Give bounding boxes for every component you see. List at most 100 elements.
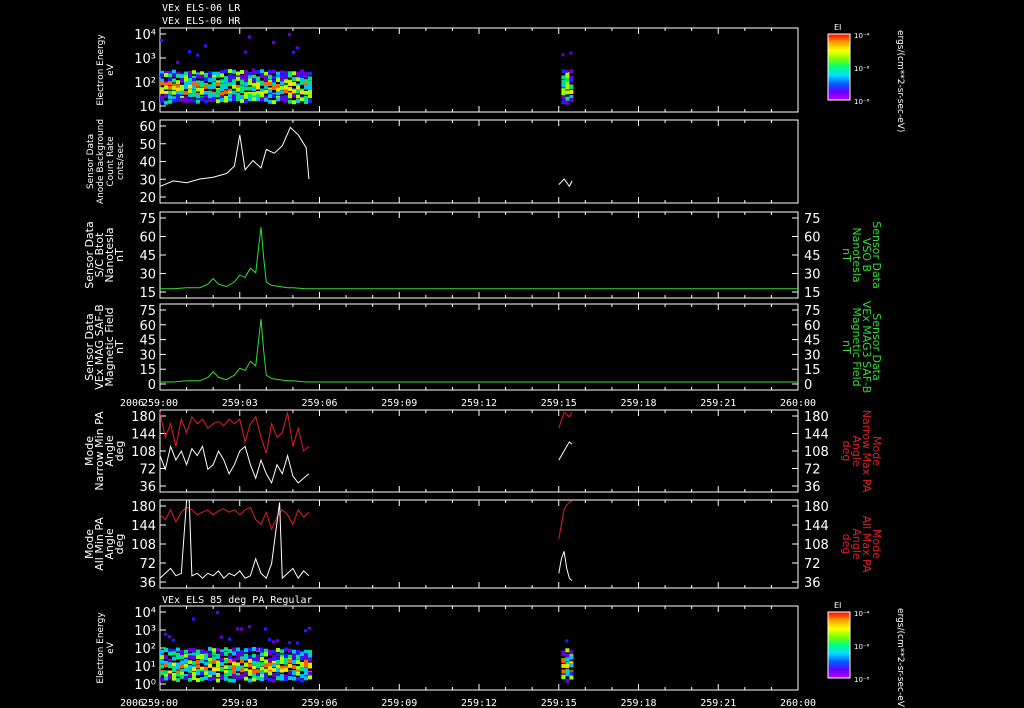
heatmap-cell: [256, 85, 260, 90]
heatmap-cell: [216, 673, 220, 677]
heatmap-cell: [264, 659, 268, 664]
heatmap-cell: [204, 671, 208, 676]
heatmap-cell: [196, 651, 200, 656]
heatmap-cell: [280, 85, 284, 90]
panel-frame: [159, 409, 799, 493]
heatmap-cell: [188, 93, 192, 98]
heatmap-cell: [288, 663, 292, 668]
y-tick-label-right: 108: [804, 445, 829, 460]
heatmap-cell: [212, 656, 216, 661]
heatmap-cell: [256, 76, 260, 81]
colorbar-unit-label: ergs/(cm**2-sr-sec-eV): [895, 608, 905, 708]
heatmap-cell: [192, 70, 196, 75]
heatmap-cell: [160, 677, 164, 682]
heatmap-cell: [280, 656, 284, 661]
heatmap-cell: [196, 74, 200, 79]
heatmap-cell: [296, 71, 300, 76]
heatmap-cell: [204, 656, 208, 661]
heatmap-cell: [188, 665, 192, 670]
heatmap-cell: [200, 97, 204, 101]
x-tick-label: 259:09: [381, 398, 417, 409]
heatmap-cell: [188, 74, 192, 79]
heatmap-cell: [561, 79, 566, 84]
heatmap-cell: [288, 676, 292, 680]
x-axis-year-label: 2006: [120, 698, 144, 708]
heatmap-cell: [164, 85, 168, 90]
heatmap-cell: [224, 676, 228, 681]
title-pa: VEx ELS 85 deg PA Regular: [162, 595, 313, 606]
heatmap-cell: [276, 664, 280, 669]
heatmap-cell: [561, 75, 566, 80]
heatmap-cell: [236, 97, 240, 102]
heatmap-cell: [216, 667, 220, 672]
heatmap-cell: [188, 98, 192, 103]
heatmap-cell: [268, 651, 272, 656]
plot-canvas: VEx ELS-06 LR VEx ELS-06 HR VEx ELS 85 d…: [83, 3, 905, 708]
heatmap-cell: [268, 94, 272, 99]
heatmap-cell: [168, 99, 172, 104]
y-tick-label: 75: [139, 304, 156, 319]
y-axis-label-line: Count Rate: [106, 136, 116, 187]
heatmap-cell: [176, 672, 180, 677]
heatmap-cell: [244, 671, 248, 676]
heatmap-cell: [260, 657, 264, 661]
heatmap-cell: [268, 666, 272, 671]
heatmap-cell: [164, 663, 168, 668]
heatmap-cell: [272, 640, 275, 644]
heatmap-cell: [272, 82, 276, 87]
heatmap-cell: [240, 659, 244, 663]
heatmap-cell: [248, 671, 252, 676]
heatmap-cell: [240, 89, 244, 93]
heatmap-cell: [192, 81, 196, 86]
heatmap-cell: [284, 94, 288, 99]
heatmap-cell: [565, 657, 570, 662]
heatmap-cell: [292, 653, 296, 658]
heatmap-cell: [232, 69, 236, 74]
heatmap-cell: [288, 99, 292, 104]
y-axis-label-right: ModeAll Max PAAngledeg: [840, 516, 883, 573]
y-axis-label: ModeNarrow Min PAAngledeg: [83, 411, 126, 491]
heatmap-cell: [248, 93, 252, 98]
heatmap-cell: [569, 655, 574, 660]
heatmap-cell: [292, 89, 296, 94]
heatmap-cell: [164, 648, 168, 652]
heatmap-cell: [232, 79, 236, 84]
heatmap-cell: [300, 652, 304, 657]
y-axis-label: Electron EnergyeV: [96, 34, 116, 106]
y-tick-label-right: 72: [804, 557, 821, 572]
x-tick-label: 259:09: [381, 698, 417, 708]
heatmap-cell: [196, 82, 200, 87]
heatmap-cell: [216, 93, 220, 98]
heatmap-cell: [565, 74, 570, 79]
heatmap-cell: [256, 664, 260, 669]
x-tick-label: 259:06: [301, 698, 337, 708]
heatmap-cell: [164, 670, 168, 675]
y-tick-label-right: 72: [804, 463, 821, 478]
heatmap-cell: [228, 637, 231, 641]
heatmap-cell: [208, 71, 212, 76]
heatmap-cell: [569, 78, 574, 83]
y-tick-label: 30: [139, 173, 156, 188]
y-axis-label-line: nT: [113, 248, 126, 262]
heatmap-cell: [244, 99, 248, 104]
heatmap-cell: [224, 69, 228, 74]
heatmap-cell: [172, 668, 176, 673]
heatmap-cell: [272, 663, 276, 667]
heatmap-cell: [220, 79, 224, 84]
series-line: [160, 318, 798, 383]
heatmap-cell: [160, 98, 164, 103]
colorbar: [827, 33, 851, 101]
heatmap-cell: [276, 639, 279, 643]
heatmap-cell: [236, 662, 240, 667]
series-line-2: [558, 551, 573, 582]
heatmap-cell: [236, 675, 240, 680]
heatmap-cell: [188, 50, 191, 54]
heatmap-cell: [204, 73, 208, 78]
y-axis-label-right-line: deg: [840, 534, 853, 555]
heatmap-cell: [561, 100, 566, 105]
heatmap-cell: [208, 90, 212, 95]
heatmap-cell: [280, 668, 284, 673]
heatmap-cell: [204, 44, 207, 48]
heatmap-cell: [252, 665, 256, 670]
heatmap-cell: [180, 84, 184, 89]
